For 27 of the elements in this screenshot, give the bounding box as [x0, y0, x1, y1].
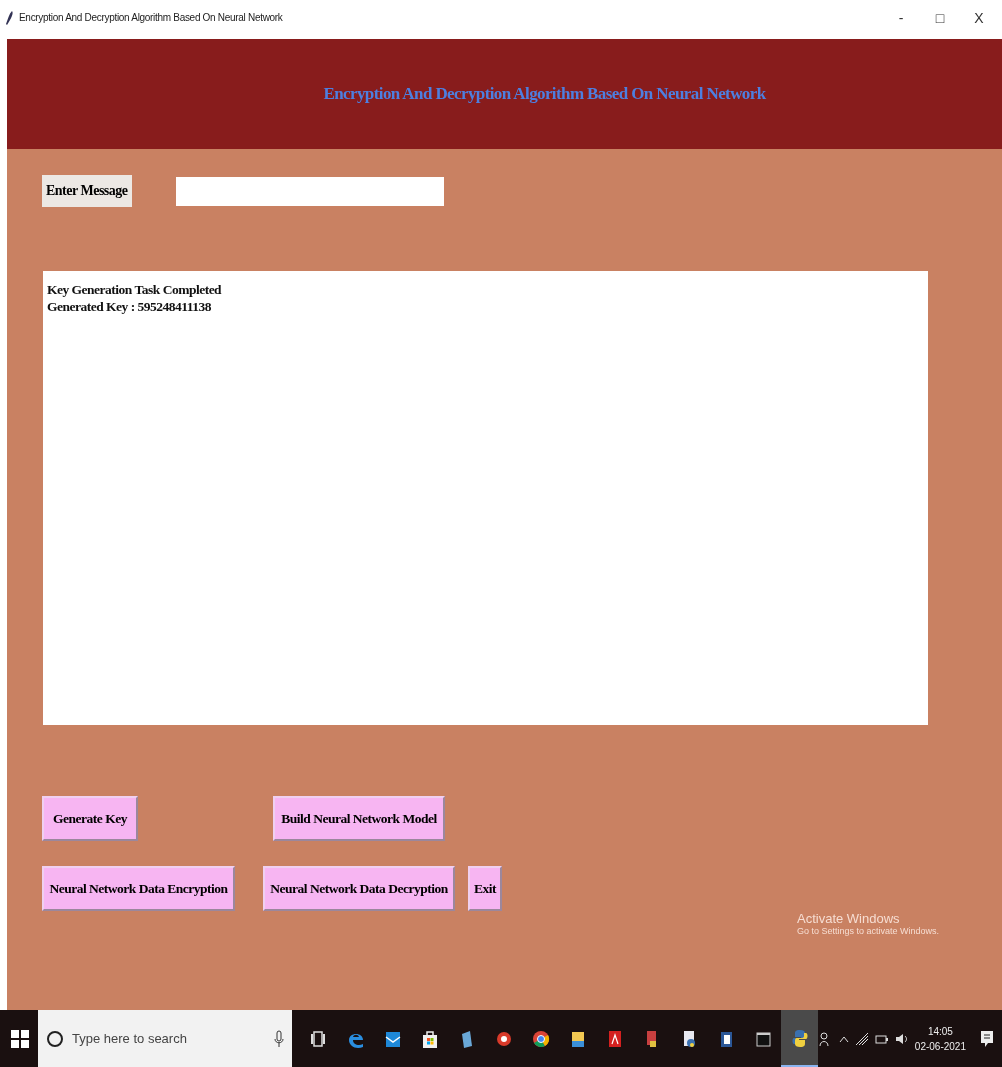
activation-title: Activate Windows	[797, 911, 901, 926]
windows-start-icon[interactable]	[10, 1028, 30, 1049]
caret-icon[interactable]	[838, 1034, 849, 1043]
build-model-button[interactable]: Build Neural Network Model	[273, 796, 445, 841]
circle-icon	[46, 1029, 64, 1048]
app-title: Encryption And Decryption Algorithm Based On Neural Network	[322, 84, 766, 104]
encrypt-button[interactable]: Neural Network Data Encryption	[42, 866, 235, 911]
activation-subtitle: Go to Settings to activate Windows.	[797, 926, 940, 936]
clock[interactable]: 14:05 02-06-2021	[914, 1023, 966, 1054]
taskbar-app-icon[interactable]	[781, 1010, 818, 1067]
generate-key-button[interactable]: Generate Key	[42, 796, 138, 841]
close-button[interactable]: X	[962, 9, 996, 26]
search-field[interactable]: Type here to search	[38, 1010, 292, 1067]
feather-icon	[6, 10, 14, 25]
message-field[interactable]	[175, 176, 444, 206]
notification-icon[interactable]	[980, 1029, 994, 1048]
exit-button[interactable]: Exit	[468, 866, 502, 911]
speaker-icon[interactable]	[894, 1031, 909, 1046]
window-title: Encryption And Decryption Algorithm Based On Neural Network	[19, 12, 284, 23]
microphone-icon[interactable]	[274, 1029, 284, 1048]
decrypt-button[interactable]: Neural Network Data Decryption	[263, 866, 455, 911]
minimize-button[interactable]: -	[884, 9, 918, 26]
maximize-button[interactable]: □	[923, 9, 957, 26]
battery-icon[interactable]	[874, 1032, 889, 1045]
message-label: Enter Message	[42, 175, 132, 207]
output-line: Generated Key : 595248411138	[47, 298, 213, 315]
output-line: Key Generation Task Completed	[47, 281, 223, 298]
